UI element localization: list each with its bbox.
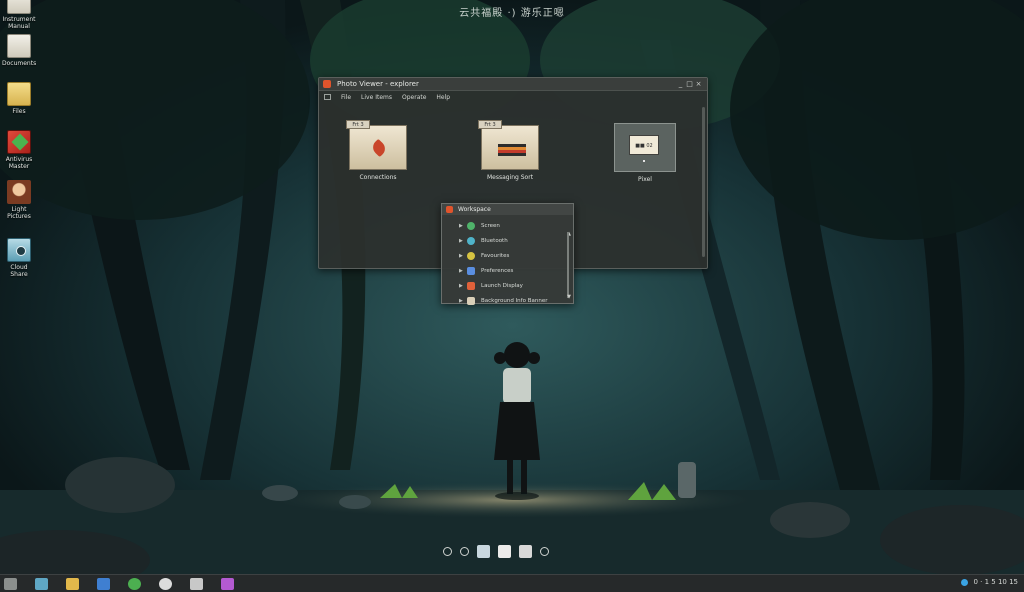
bluetooth-icon xyxy=(467,236,475,245)
popup-item-bluetooth[interactable]: ▶ Bluetooth xyxy=(442,233,573,248)
tile-tab: Frt 3 xyxy=(478,120,502,129)
tile-label: Pixel xyxy=(638,176,652,183)
tile-connections[interactable]: Frt 3 Connections xyxy=(338,120,418,181)
popup-item-launch-display[interactable]: ▶ Launch Display xyxy=(442,278,573,293)
card-thumbnail-icon: ■■ 02 xyxy=(614,123,676,172)
files-icon[interactable] xyxy=(519,544,532,558)
popup-list: ▶ Screen ▶ Bluetooth ▶ Favourites ▶ Pref… xyxy=(442,215,573,308)
desktop-icon-label: Antivirus Master xyxy=(5,156,33,170)
settings-icon[interactable] xyxy=(540,546,549,556)
desktop-icon-antivirus[interactable]: Antivirus Master xyxy=(2,130,36,170)
popup-header: Workspace xyxy=(442,204,573,215)
menu-operate[interactable]: Operate xyxy=(402,94,426,101)
desktop-icon-label: Light Pictures xyxy=(7,206,31,220)
desktop-icon-cloud-share[interactable]: Cloud Share xyxy=(2,238,36,278)
screen-icon xyxy=(467,221,475,230)
display-icon xyxy=(467,281,475,290)
preferences-icon xyxy=(467,266,475,275)
tile-label: Connections xyxy=(359,174,397,181)
desktop-icon-label: Documents xyxy=(2,60,37,67)
tray-clock[interactable]: 0 · 1 5 10 15 xyxy=(973,578,1018,586)
chevron-right-icon: ▶ xyxy=(459,297,463,304)
window-title: Photo Viewer - explorer xyxy=(337,80,419,88)
app-badge-icon xyxy=(323,80,331,88)
close-button[interactable]: × xyxy=(694,80,703,88)
maximize-button[interactable]: □ xyxy=(685,80,694,88)
taskbar: 0 · 1 5 10 15 xyxy=(0,574,1024,592)
system-tray: 0 · 1 5 10 15 xyxy=(961,578,1018,586)
info-icon xyxy=(467,296,475,305)
music-icon[interactable] xyxy=(128,577,141,590)
workspace-popup-menu[interactable]: Workspace ▶ Screen ▶ Bluetooth ▶ Favouri… xyxy=(441,203,574,305)
top-clock: 云共福殿 ·) 游乐正嗯 xyxy=(459,8,565,19)
tile-tab: Frt 3 xyxy=(346,120,370,129)
desktop-icon-files[interactable]: Files xyxy=(2,82,36,115)
terminal-icon[interactable] xyxy=(498,544,511,558)
popup-item-preferences[interactable]: ▶ Preferences xyxy=(442,263,573,278)
menu-file[interactable]: File xyxy=(341,94,351,101)
document-icon xyxy=(7,0,31,14)
desktop-icon-instrument-manual[interactable]: Instrument Manual xyxy=(2,0,36,30)
popup-item-label: Preferences xyxy=(481,267,514,274)
popup-item-screen[interactable]: ▶ Screen xyxy=(442,218,573,233)
chevron-right-icon: ▶ xyxy=(459,252,463,259)
tile-messaging-sort[interactable]: Frt 3 Messaging Sort xyxy=(470,120,550,181)
chevron-right-icon: ▶ xyxy=(459,222,463,229)
popup-item-background-info[interactable]: ▶ Background Info Banner xyxy=(442,293,573,308)
folder-icon xyxy=(7,82,31,106)
popup-item-label: Bluetooth xyxy=(481,237,508,244)
desktop-icon-documents[interactable]: Documents xyxy=(2,34,36,67)
menu-live-items[interactable]: Live Items xyxy=(361,94,392,101)
desktop-icon-label: Cloud Share xyxy=(10,264,28,278)
stripes-thumbnail-icon: Frt 3 xyxy=(478,120,539,170)
popup-item-label: Launch Display xyxy=(481,282,523,289)
desktop-icon-pictures[interactable]: Light Pictures xyxy=(2,180,36,220)
star-icon xyxy=(467,251,475,260)
chevron-right-icon: ▶ xyxy=(459,282,463,289)
leaf-thumbnail-icon: Frt 3 xyxy=(346,120,407,170)
popup-item-label: Favourites xyxy=(481,252,510,259)
window-menubar: File Live Items Operate Help xyxy=(319,91,707,103)
popup-item-label: Screen xyxy=(481,222,500,229)
notes-icon[interactable] xyxy=(190,577,203,590)
chevron-right-icon: ▶ xyxy=(459,237,463,244)
app-icon xyxy=(7,130,31,154)
popup-badge-icon xyxy=(446,206,453,213)
start-menu-icon[interactable] xyxy=(4,577,17,590)
sidebar-toggle-icon[interactable] xyxy=(324,94,331,100)
search-icon[interactable] xyxy=(159,577,172,590)
desktop-icon-label: Files xyxy=(12,108,26,115)
dock xyxy=(443,543,549,559)
back-icon[interactable] xyxy=(443,546,452,556)
forward-icon[interactable] xyxy=(460,546,469,556)
file-manager-icon[interactable] xyxy=(66,577,79,590)
network-icon[interactable] xyxy=(961,578,969,586)
scroll-down-icon[interactable]: ▼ xyxy=(567,294,571,300)
popup-item-label: Background Info Banner xyxy=(481,297,548,304)
tile-label: Messaging Sort xyxy=(486,174,534,181)
avatar-icon xyxy=(7,180,31,204)
desktop-icon-label: Instrument Manual xyxy=(2,16,36,30)
browser-icon[interactable] xyxy=(477,544,490,558)
camera-icon xyxy=(7,238,31,262)
popup-item-favourites[interactable]: ▶ Favourites xyxy=(442,248,573,263)
window-titlebar[interactable]: Photo Viewer - explorer _ □ × xyxy=(319,78,707,91)
app-grid-icon[interactable] xyxy=(221,577,234,590)
minimize-button[interactable]: _ xyxy=(676,80,685,88)
document-icon xyxy=(7,34,31,58)
card-thumbnail-text: ■■ 02 xyxy=(629,135,659,155)
popup-title: Workspace xyxy=(458,206,491,213)
window-scrollbar[interactable] xyxy=(702,107,705,257)
tile-pixel[interactable]: ■■ 02 Pixel xyxy=(605,123,685,183)
popup-scrollbar[interactable] xyxy=(567,232,569,298)
chevron-right-icon: ▶ xyxy=(459,267,463,274)
menu-help[interactable]: Help xyxy=(436,94,450,101)
mail-icon[interactable] xyxy=(97,577,110,590)
show-desktop-icon[interactable] xyxy=(35,577,48,590)
